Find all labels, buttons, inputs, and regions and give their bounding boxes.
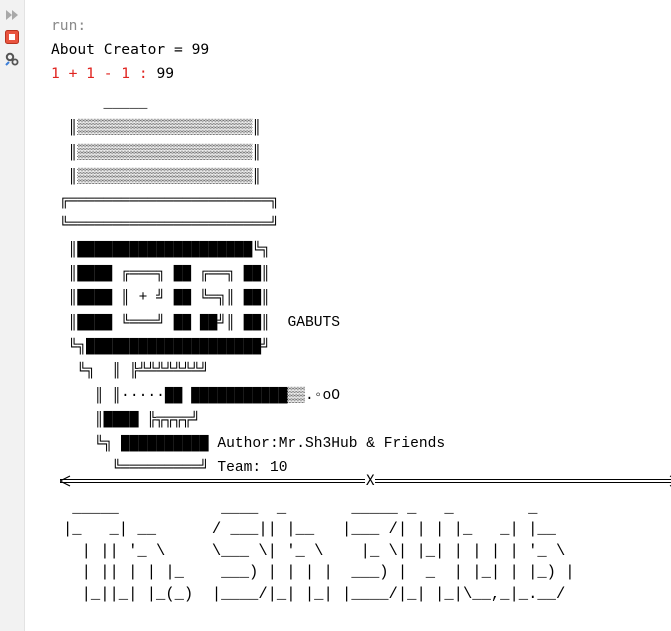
banner-line: |_ _| __ / ___|| |__ |___ /| | | |_ _| |… (63, 520, 556, 539)
banner-line: | || '_ \ \___ \| '_ \ |_ \| |_| | | | |… (63, 541, 566, 560)
about-creator-line: About Creator = 99 (51, 41, 210, 58)
art-line: ║████ ╠╦╦╦╦╝ (51, 411, 200, 428)
art-line: ║▒▒▒▒▒▒▒▒▒▒▒▒▒▒▒▒▒▒▒▒║ (51, 120, 262, 137)
art-line: ╚╗████████████████████╝ (51, 338, 270, 355)
art-line: ║████ ╔═══╗ ██ ╔══╗ ██║ (51, 266, 270, 283)
output-console: run: About Creator = 99 1 + 1 - 1 : 99 _… (24, 0, 671, 631)
banner-line: |_||_| |_(_) |____/|_| |_| |____/|_| |_|… (63, 584, 566, 603)
console-toolbar (0, 0, 25, 631)
art-line: ║████ ║ + ╝ ██ ╚═╗║ ██║ (51, 290, 270, 307)
banner-line: _____ ____ _ _____ _ _ _ (63, 499, 538, 517)
art-line: ╔═══════════════════════╗ (51, 193, 279, 210)
rerun-icon[interactable] (3, 6, 20, 23)
banner-line: | || | | |_ ___) | | | | ___) | _ | |_| … (63, 563, 575, 582)
art-line: ║████ ╚═══╝ ██ ██╝║ ██║ GABUTS (51, 314, 341, 331)
art-line: ║▒▒▒▒▒▒▒▒▒▒▒▒▒▒▒▒▒▒▒▒║ (51, 144, 262, 161)
art-line: ╚╗ ║ ╠╩╩╩╩╩╩╩╝ (51, 363, 209, 380)
ascii-art-block: _____ ║▒▒▒▒▒▒▒▒▒▒▒▒▒▒▒▒▒▒▒▒║ ║▒▒▒▒▒▒▒▒▒▒… (51, 92, 445, 481)
settings-icon[interactable] (3, 50, 20, 67)
stop-icon[interactable] (3, 28, 20, 45)
calc-line: 1 + 1 - 1 : 99 (51, 65, 174, 83)
art-line: ║ ║·····██ ███████████▒▒.◦oO (51, 387, 341, 404)
run-label: run: (51, 17, 87, 34)
separator-mark: X (365, 472, 376, 490)
art-line: ╚═══════════════════════╝ (51, 217, 279, 234)
art-line: ║▒▒▒▒▒▒▒▒▒▒▒▒▒▒▒▒▒▒▒▒║ (51, 168, 262, 185)
calc-prefix: 1 + 1 - 1 : (51, 65, 148, 82)
ascii-banner: _____ ____ _ _____ _ _ _ |_ _| __ / ___|… (63, 498, 575, 605)
art-line: ╚╗ ██████████ Author:Mr.Sh3Hub & Friends (51, 436, 446, 453)
art-line: _____ (51, 96, 148, 112)
art-line: ║████████████████████╚╗ (51, 241, 270, 258)
separator-line: X (60, 472, 671, 490)
calc-result: 99 (147, 65, 175, 82)
